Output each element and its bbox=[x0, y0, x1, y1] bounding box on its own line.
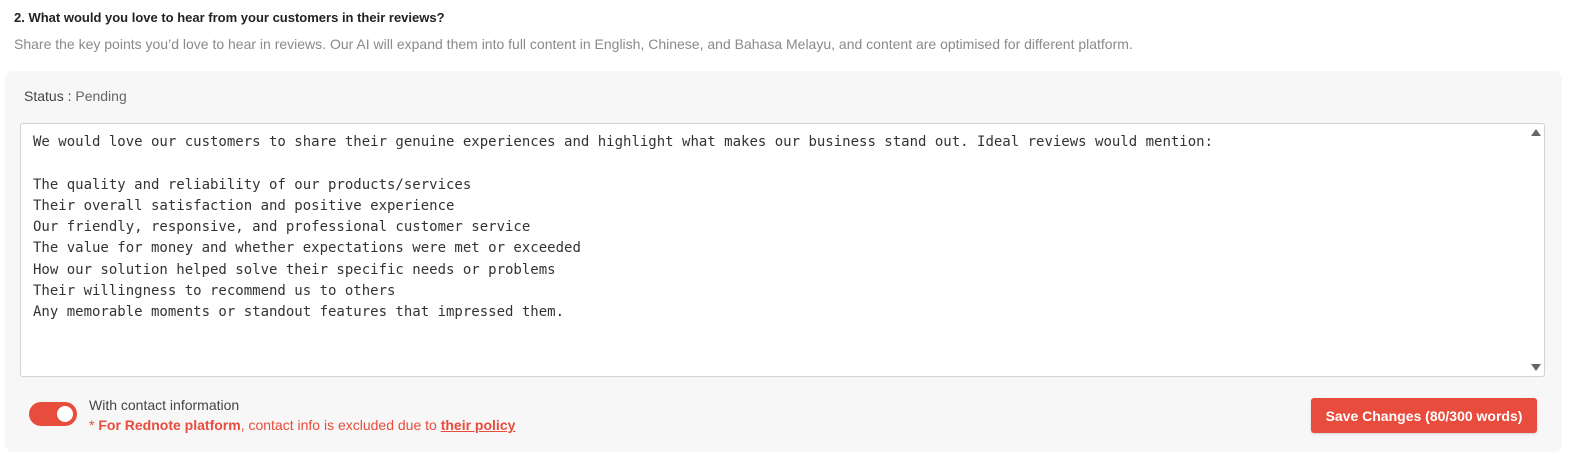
contact-info-label: With contact information bbox=[89, 397, 240, 413]
question-description: Share the key points you’d love to hear … bbox=[14, 36, 1133, 52]
review-points-textarea[interactable]: We would love our customers to share the… bbox=[20, 123, 1545, 377]
contact-info-toggle[interactable] bbox=[29, 402, 77, 426]
contact-info-note: * For Rednote platform, contact info is … bbox=[89, 417, 515, 433]
save-changes-button[interactable]: Save Changes (80/300 words) bbox=[1311, 398, 1537, 433]
scroll-up-arrow-icon[interactable] bbox=[1531, 129, 1541, 136]
status-text: Status : Pending bbox=[24, 88, 127, 104]
note-middle: , contact info is excluded due to bbox=[240, 417, 441, 433]
note-platform: For Rednote platform bbox=[98, 417, 241, 433]
review-points-panel: Status : Pending We would love our custo… bbox=[5, 71, 1562, 452]
status-value: Pending bbox=[75, 88, 127, 104]
textarea-scrollbar[interactable] bbox=[1528, 124, 1544, 376]
toggle-knob bbox=[57, 406, 73, 422]
scroll-down-arrow-icon[interactable] bbox=[1531, 364, 1541, 371]
question-title: 2. What would you love to hear from your… bbox=[14, 10, 445, 25]
policy-link[interactable]: their policy bbox=[441, 417, 516, 433]
note-prefix: * bbox=[89, 417, 99, 433]
review-points-text[interactable]: We would love our customers to share the… bbox=[33, 132, 1522, 324]
status-label: Status : bbox=[24, 88, 76, 104]
